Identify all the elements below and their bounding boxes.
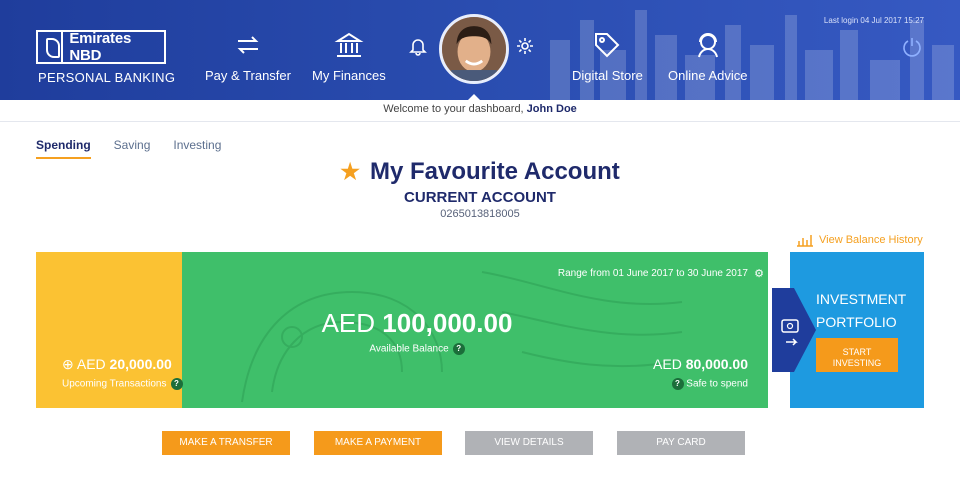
nav-pay-transfer[interactable]: Pay & Transfer	[205, 30, 291, 83]
nav-label: Online Advice	[668, 68, 748, 83]
safe-currency: AED	[653, 356, 682, 372]
account-type: CURRENT ACCOUNT	[404, 189, 556, 206]
nav-label: Digital Store	[572, 68, 643, 83]
dashboard-tabs: Spending Saving Investing	[36, 138, 221, 159]
upcoming-caption: Upcoming Transactions?	[62, 378, 183, 390]
help-icon[interactable]: ?	[452, 343, 465, 355]
investment-title-line2: PORTFOLIO	[816, 314, 897, 330]
pay-card-button[interactable]: PAY CARD	[617, 431, 745, 455]
price-tag-icon	[595, 33, 620, 58]
advisor-headset-icon	[697, 33, 718, 58]
upcoming-currency: AED	[76, 356, 106, 372]
user-avatar[interactable]	[439, 14, 509, 84]
top-header: Emirates NBD PERSONAL BANKING Pay & Tran…	[0, 0, 960, 100]
favourite-account-heading: ★ My Favourite Account	[0, 158, 960, 186]
investment-arrow-icon[interactable]	[772, 288, 816, 372]
bank-name: Emirates NBD	[69, 30, 132, 64]
nav-my-finances[interactable]: My Finances	[312, 30, 386, 83]
magnifier-icon[interactable]: ⊕	[62, 356, 74, 372]
range-settings-icon[interactable]: ⚙	[754, 267, 764, 280]
safe-to-spend-amount: AED 80,000.00	[653, 356, 748, 372]
balance-panel: Range from 01 June 2017 to 30 June 2017 …	[182, 252, 768, 408]
start-investing-line2: INVESTING	[832, 358, 882, 368]
account-number: 0265013818005	[440, 208, 520, 220]
upcoming-amount: ⊕ AED 20,000.00	[62, 356, 172, 373]
balance-currency: AED	[321, 308, 376, 338]
nav-digital-store[interactable]: Digital Store	[572, 30, 643, 83]
nav-label: Pay & Transfer	[205, 68, 291, 83]
power-logout-icon[interactable]	[901, 36, 923, 58]
account-title: My Favourite Account	[369, 158, 620, 185]
bell-icon[interactable]	[408, 36, 428, 56]
user-photo-icon	[442, 17, 506, 81]
tab-saving[interactable]: Saving	[114, 138, 151, 159]
safe-value: 80,000.00	[685, 356, 748, 372]
transfer-arrows-icon	[237, 36, 259, 54]
start-investing-line1: START	[842, 347, 872, 357]
make-transfer-button[interactable]: MAKE A TRANSFER	[162, 431, 290, 455]
nav-label: My Finances	[312, 68, 386, 83]
balance-amount: 100,000.00	[382, 308, 513, 338]
upcoming-value: 20,000.00	[109, 356, 172, 372]
safe-label: Safe to spend	[686, 378, 748, 390]
personal-banking-label: PERSONAL BANKING	[38, 70, 176, 85]
bar-chart-icon	[797, 235, 813, 247]
welcome-bar: Welcome to your dashboard, John Doe	[0, 100, 960, 122]
help-icon[interactable]: ?	[170, 378, 183, 390]
emirates-nbd-logo[interactable]: Emirates NBD	[36, 30, 166, 64]
view-balance-history-link[interactable]: View Balance History	[796, 233, 923, 247]
start-investing-button[interactable]: START INVESTING	[816, 338, 898, 372]
welcome-text: Welcome to your dashboard,	[383, 103, 527, 115]
investment-title: INVESTMENT PORTFOLIO	[816, 288, 906, 334]
star-icon[interactable]: ★	[340, 159, 360, 184]
logo-mark-icon	[40, 32, 64, 62]
safe-to-spend-caption: ? Safe to spend	[668, 378, 748, 390]
make-payment-button[interactable]: MAKE A PAYMENT	[314, 431, 442, 455]
nav-online-advice[interactable]: Online Advice	[668, 30, 748, 83]
settings-gear-icon[interactable]	[515, 36, 535, 56]
tab-spending[interactable]: Spending	[36, 138, 91, 159]
available-balance: AED 100,000.00	[182, 308, 652, 339]
investment-title-line1: INVESTMENT	[816, 291, 907, 307]
last-login-text: Last login 04 Jul 2017 15:27	[823, 16, 924, 25]
history-link-label: View Balance History	[819, 234, 923, 246]
bank-building-icon	[334, 32, 364, 57]
user-name: John Doe	[526, 103, 577, 115]
tab-investing[interactable]: Investing	[173, 138, 221, 159]
upcoming-label: Upcoming Transactions	[62, 378, 167, 390]
available-label: Available Balance	[369, 343, 449, 355]
view-details-button[interactable]: VIEW DETAILS	[465, 431, 593, 455]
date-range: Range from 01 June 2017 to 30 June 2017	[557, 268, 748, 279]
available-balance-caption: Available Balance?	[182, 343, 652, 355]
help-icon[interactable]: ?	[671, 378, 684, 390]
